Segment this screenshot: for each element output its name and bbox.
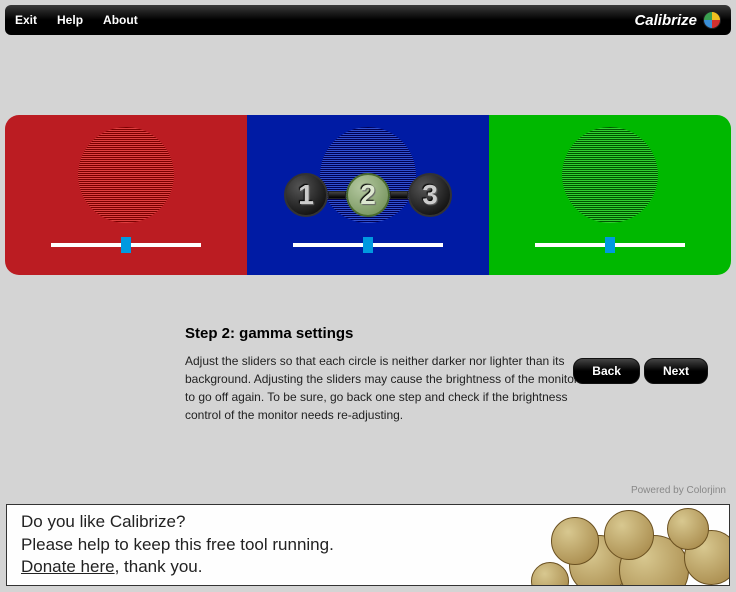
step-connector bbox=[328, 191, 346, 199]
slider-thumb[interactable] bbox=[363, 237, 373, 253]
menu-exit[interactable]: Exit bbox=[15, 13, 37, 27]
menu-about[interactable]: About bbox=[103, 13, 138, 27]
instructions: Step 2: gamma settings Adjust the slider… bbox=[185, 325, 585, 424]
footer-line2: Please help to keep this free tool runni… bbox=[21, 534, 334, 557]
slider-thumb[interactable] bbox=[605, 237, 615, 253]
gamma-panel-red bbox=[5, 115, 247, 275]
calibrize-logo-icon bbox=[703, 11, 721, 29]
slider-thumb[interactable] bbox=[121, 237, 131, 253]
step-body: Adjust the sliders so that each circle i… bbox=[185, 352, 585, 424]
step-bubble-1[interactable]: 1 bbox=[284, 173, 328, 217]
gamma-slider-red[interactable] bbox=[51, 237, 201, 253]
top-menu-bar: Exit Help About Calibrize bbox=[5, 5, 731, 35]
footer-line1: Do you like Calibrize? bbox=[21, 511, 334, 534]
footer-thanks: , thank you. bbox=[115, 557, 203, 576]
donate-link[interactable]: Donate here bbox=[21, 557, 115, 576]
step-bubble-3[interactable]: 3 bbox=[408, 173, 452, 217]
gamma-circle-red bbox=[78, 127, 174, 223]
gamma-panel-green bbox=[489, 115, 731, 275]
gamma-circle-green bbox=[562, 127, 658, 223]
menu-left: Exit Help About bbox=[15, 13, 138, 27]
step-connector bbox=[390, 191, 408, 199]
next-button[interactable]: Next bbox=[644, 358, 708, 384]
footer-line3: Donate here, thank you. bbox=[21, 556, 334, 579]
step-indicator: 1 2 3 bbox=[284, 173, 452, 217]
powered-by-label: Powered by Colorjinn bbox=[631, 485, 726, 496]
main-area: 1 2 3 Back Ne bbox=[0, 115, 736, 424]
back-button[interactable]: Back bbox=[573, 358, 640, 384]
footer-banner: Do you like Calibrize? Please help to ke… bbox=[6, 504, 730, 586]
step-bubble-2[interactable]: 2 bbox=[346, 173, 390, 217]
footer-text: Do you like Calibrize? Please help to ke… bbox=[21, 511, 334, 580]
menu-right: Calibrize bbox=[634, 11, 721, 29]
step-heading: Step 2: gamma settings bbox=[185, 325, 585, 342]
brand-label: Calibrize bbox=[634, 12, 697, 29]
coins-image bbox=[489, 504, 730, 586]
menu-help[interactable]: Help bbox=[57, 13, 83, 27]
nav-buttons: Back Next bbox=[573, 358, 708, 384]
gamma-slider-blue[interactable] bbox=[293, 237, 443, 253]
gamma-slider-green[interactable] bbox=[535, 237, 685, 253]
